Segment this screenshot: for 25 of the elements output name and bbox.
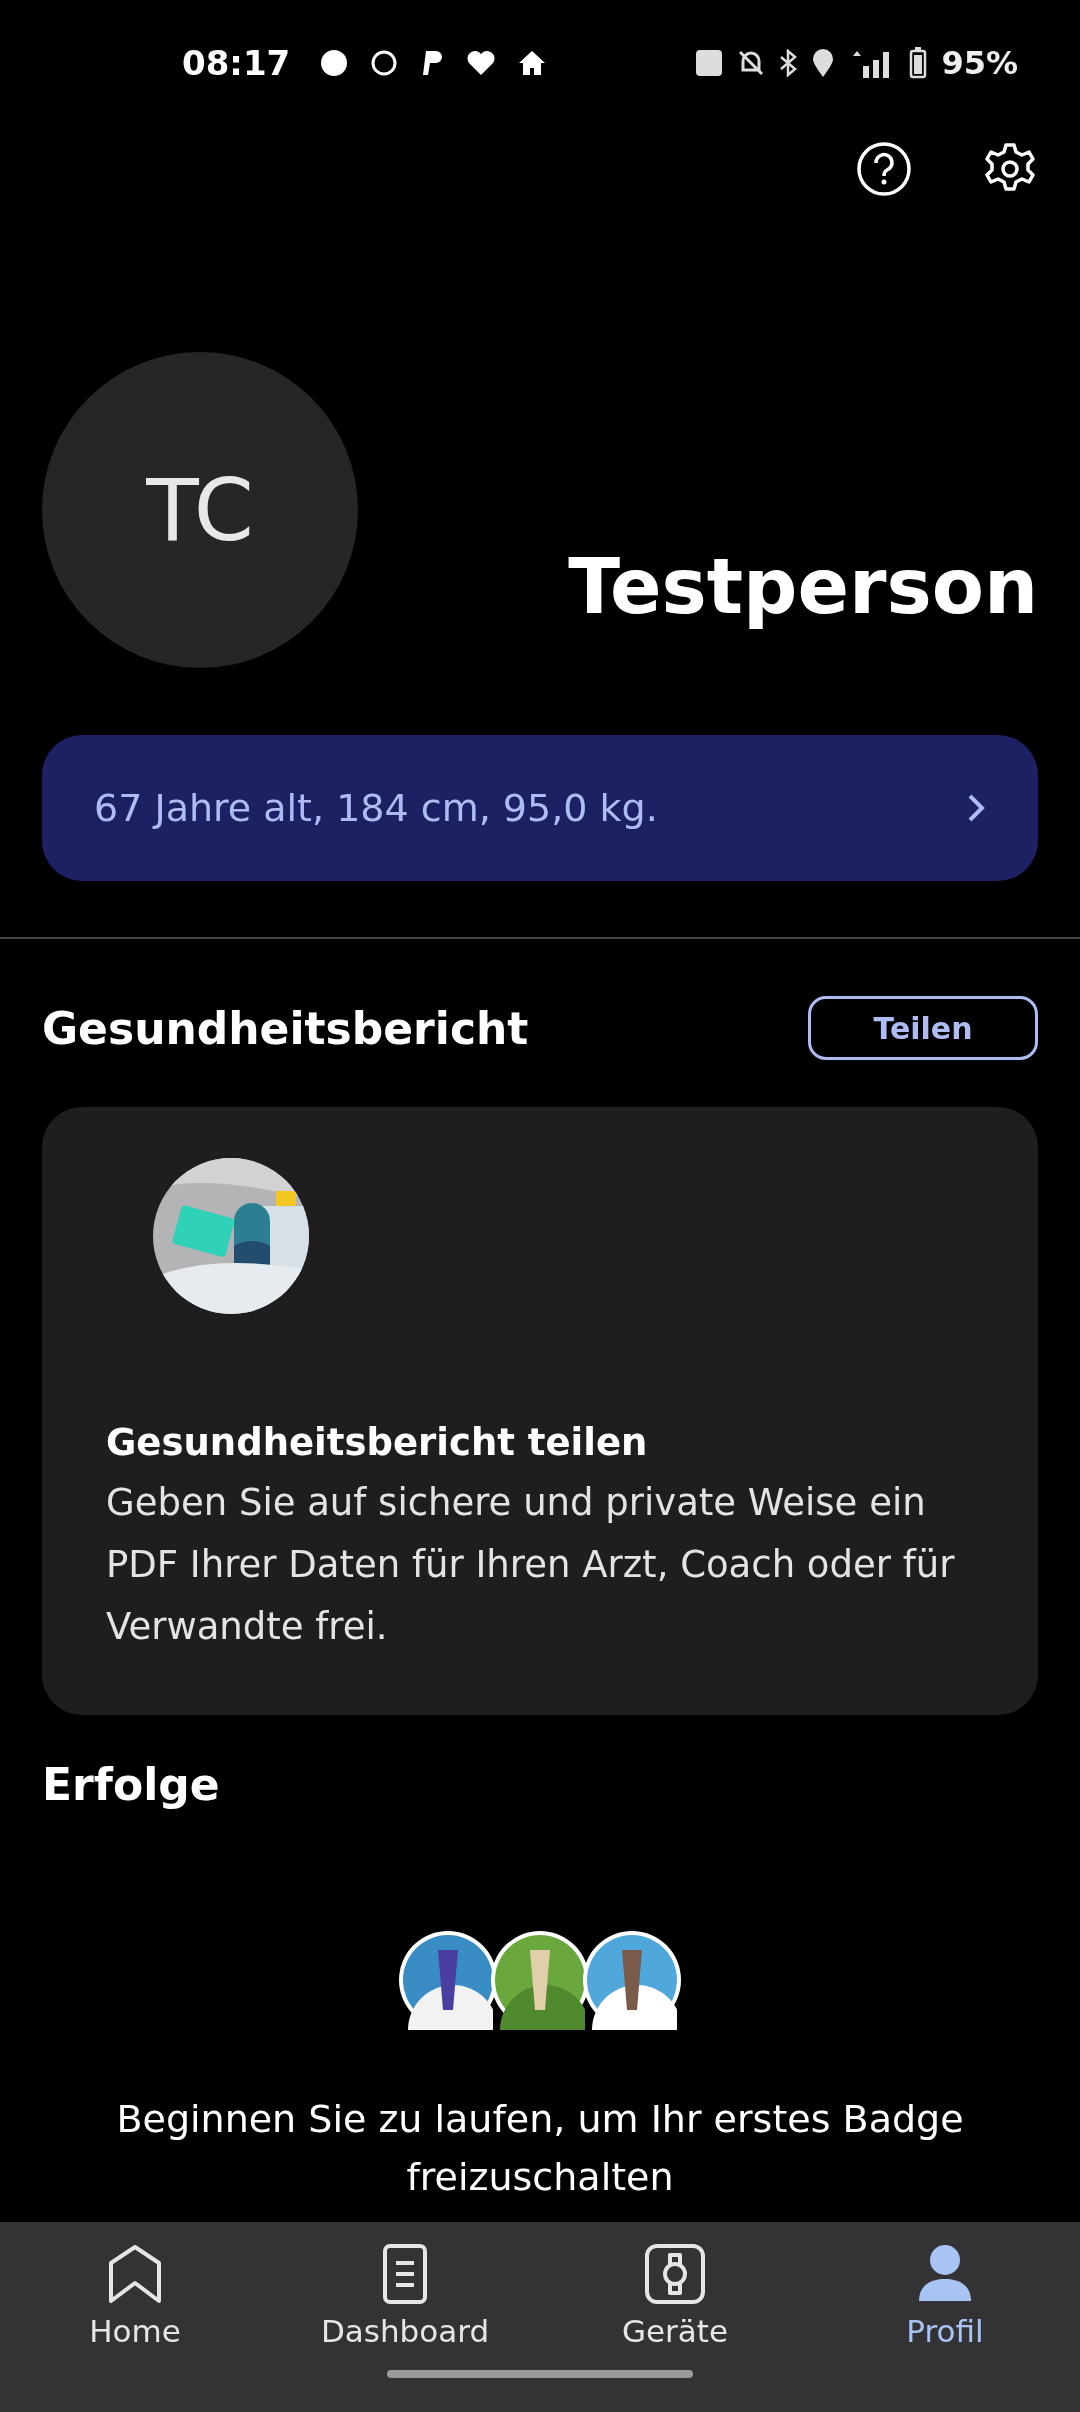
status-time: 08:17 [182,43,291,83]
bluetooth-icon [779,49,798,77]
avatar: TC [42,352,358,668]
nav-tab[interactable]: Profil [810,2242,1080,2350]
card-title: Gesundheitsbericht teilen [106,1421,649,1464]
help-icon [856,141,912,197]
battery-level: 95% [941,44,1018,82]
nav-tab[interactable]: Geräte [540,2242,810,2350]
share-button[interactable]: Teilen [808,996,1038,1060]
heart-icon [466,49,497,77]
location-icon [811,48,836,78]
profile-name: Testperson [568,542,1038,631]
watch-icon [645,2243,705,2305]
card-text: Geben Sie auf sichere und private Weise ein PDF Ihrer Daten für Ihren Arzt, Coach oder für Verwandte frei. [106,1480,956,1650]
section-heading: Gesundheitsbericht [42,1002,529,1054]
nav-tab[interactable]: Dashboard [270,2242,540,2350]
achievement-message: Beginnen Sie zu laufen, um Ihr erstes Badge freizuschalten [115,2096,965,2201]
profile-details-button[interactable]: 67 Jahre alt, 184 cm, 95,0 kg. [42,735,1038,881]
battery-icon [909,47,928,79]
help-button[interactable] [856,141,912,197]
bell-muted-icon [737,49,766,77]
chevron-right-icon [966,792,986,824]
nav-tab[interactable]: Home [0,2242,270,2350]
home-icon [518,50,547,76]
section-heading: Erfolge [42,1759,220,1810]
